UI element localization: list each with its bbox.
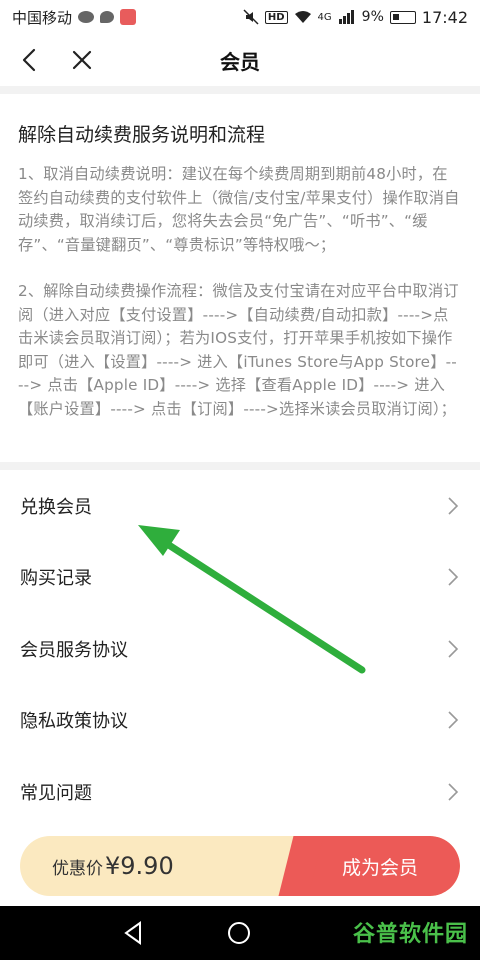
auto-renew-info: 解除自动续费服务说明和流程 1、取消自动续费说明：建议在每个续费周期到期前48小… xyxy=(0,94,480,421)
member-menu-list: 兑换会员 购买记录 会员服务协议 隐私政策协议 常见问题 xyxy=(0,470,480,828)
purchase-pill: 优惠价 ¥9.90 成为会员 xyxy=(20,836,460,896)
menu-item-label: 隐私政策协议 xyxy=(20,711,128,733)
become-member-button[interactable]: 成为会员 xyxy=(300,836,460,896)
section-divider xyxy=(0,462,480,470)
mute-icon xyxy=(243,9,259,25)
android-nav-bar: 谷普软件园 xyxy=(0,906,480,960)
info-title: 解除自动续费服务说明和流程 xyxy=(18,124,266,146)
nav-bar: 会员 xyxy=(0,34,480,86)
back-icon[interactable] xyxy=(16,46,44,74)
top-divider xyxy=(0,86,480,94)
status-bar: 中国移动 HD 4G 9% 17:42 xyxy=(0,0,480,34)
chevron-right-icon xyxy=(448,640,459,658)
close-icon[interactable] xyxy=(68,46,96,74)
home-circle-icon[interactable] xyxy=(226,920,252,946)
battery-icon xyxy=(389,10,416,24)
app-notification-icon xyxy=(120,9,137,25)
info-paragraph-steps: 2、解除自动续费操作流程：微信及支付宝请在对应平台中取消订阅（进入对应【支付设置… xyxy=(18,282,459,418)
wechat-icon xyxy=(78,11,95,23)
menu-item-label: 购买记录 xyxy=(20,568,92,590)
chevron-right-icon xyxy=(448,783,459,801)
battery-percent: 9% xyxy=(361,9,384,25)
chevron-right-icon xyxy=(448,497,459,515)
message-bubble-icon xyxy=(100,11,115,23)
menu-item-service-agreement[interactable]: 会员服务协议 xyxy=(0,613,480,685)
clock: 17:42 xyxy=(421,7,468,27)
menu-item-privacy-policy[interactable]: 隐私政策协议 xyxy=(0,685,480,757)
menu-item-label: 兑换会员 xyxy=(20,496,92,518)
price-value: ¥9.90 xyxy=(105,852,174,880)
hd-badge: HD xyxy=(264,10,288,24)
back-triangle-icon[interactable] xyxy=(120,920,146,946)
purchase-bar: 优惠价 ¥9.90 成为会员 xyxy=(0,822,480,906)
carrier-label: 中国移动 xyxy=(12,8,73,27)
network-type: 4G xyxy=(317,11,332,23)
chevron-right-icon xyxy=(448,568,459,586)
price-label: 优惠价 xyxy=(52,858,103,879)
menu-item-purchase-history[interactable]: 购买记录 xyxy=(0,542,480,614)
price-display: 优惠价 ¥9.90 xyxy=(52,836,174,896)
menu-item-label: 会员服务协议 xyxy=(20,639,128,661)
menu-item-redeem[interactable]: 兑换会员 xyxy=(0,470,480,542)
menu-item-faq[interactable]: 常见问题 xyxy=(0,756,480,828)
menu-item-label: 常见问题 xyxy=(20,782,92,804)
become-member-label: 成为会员 xyxy=(341,856,418,879)
wifi-icon xyxy=(294,11,311,23)
signal-icon xyxy=(338,10,354,24)
info-paragraph-cancel: 1、取消自动续费说明：建议在每个续费周期到期前48小时，在签约自动续费的支付软件… xyxy=(18,165,460,254)
watermark-logo: 谷普软件园 xyxy=(352,922,468,947)
chevron-right-icon xyxy=(448,711,459,729)
